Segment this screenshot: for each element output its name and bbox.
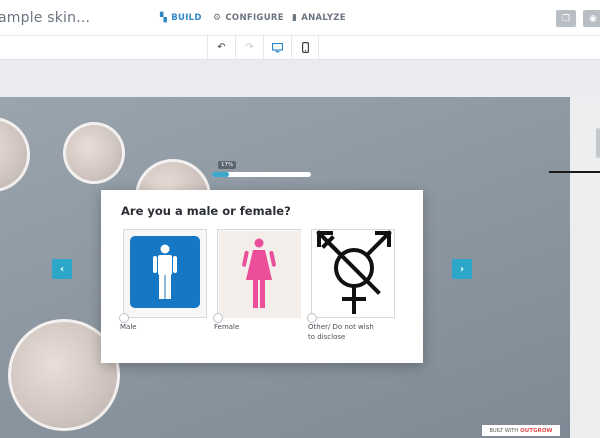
skin-bubble — [0, 117, 30, 192]
redo-icon: ↷ — [245, 42, 254, 53]
tab-build[interactable]: ▚ BUILD — [160, 13, 202, 23]
desktop-icon — [272, 42, 283, 52]
resize-handle[interactable] — [549, 171, 600, 173]
scrollbar[interactable] — [596, 128, 600, 158]
option-other-label: Other/ Do not wish to disclose — [308, 322, 374, 342]
gear-icon: ⚙ — [213, 13, 222, 23]
skin-bubble — [63, 122, 125, 184]
tab-configure-label: CONFIGURE — [225, 13, 284, 23]
option-female-label: Female — [214, 323, 240, 331]
female-symbol-icon — [219, 231, 301, 318]
preview-button[interactable]: ◉ — [583, 10, 600, 27]
transgender-symbol-icon — [316, 230, 392, 314]
bar-chart-icon: ▮ — [292, 13, 298, 23]
progress-label: 17% — [218, 161, 237, 169]
progress-fill — [212, 172, 229, 177]
option-male[interactable] — [119, 229, 207, 323]
option-female[interactable] — [213, 229, 301, 323]
tab-analyze[interactable]: ▮ ANALYZE — [292, 13, 346, 23]
page-title[interactable]: ample skin... — [0, 10, 90, 26]
tab-analyze-label: ANALYZE — [301, 13, 346, 23]
desktop-view-button[interactable] — [263, 36, 291, 59]
chevron-right-icon: › — [459, 263, 465, 275]
question-card: Are you a male or female? Male Female Ot… — [101, 190, 423, 363]
tab-configure[interactable]: ⚙ CONFIGURE — [213, 13, 284, 23]
option-other-label-line1: Other/ Do not wish — [308, 323, 374, 331]
editor-toolbar: ↶ ↷ — [0, 36, 600, 60]
eye-icon: ◉ — [589, 13, 597, 24]
mobile-icon — [301, 42, 309, 53]
grid-icon: ▚ — [160, 13, 168, 23]
question-text: Are you a male or female? — [121, 204, 291, 218]
option-other[interactable] — [307, 229, 395, 323]
tab-build-label: BUILD — [171, 13, 202, 23]
mobile-view-button[interactable] — [291, 36, 319, 59]
next-button[interactable]: › — [452, 259, 472, 279]
male-symbol-icon — [130, 236, 200, 308]
undo-icon: ↶ — [217, 42, 226, 53]
prev-button[interactable]: ‹ — [52, 259, 72, 279]
top-nav: ample skin... ▚ BUILD ⚙ CONFIGURE ▮ ANAL… — [0, 0, 600, 36]
redo-button[interactable]: ↷ — [235, 36, 263, 59]
option-other-label-line2: to disclose — [308, 333, 346, 341]
copy-icon: ❐ — [561, 13, 571, 24]
progress-bar — [212, 172, 311, 177]
copy-button[interactable]: ❐ — [556, 10, 576, 27]
built-with-badge[interactable]: BUILT WITH OUTGROW — [482, 425, 560, 436]
option-male-label: Male — [120, 323, 137, 331]
undo-button[interactable]: ↶ — [207, 36, 235, 59]
app-window: ample skin... ▚ BUILD ⚙ CONFIGURE ▮ ANAL… — [0, 0, 600, 438]
chevron-left-icon: ‹ — [59, 263, 65, 275]
built-with-text: BUILT WITH — [489, 427, 519, 434]
outgrow-logo-text: OUTGROW — [520, 427, 553, 434]
